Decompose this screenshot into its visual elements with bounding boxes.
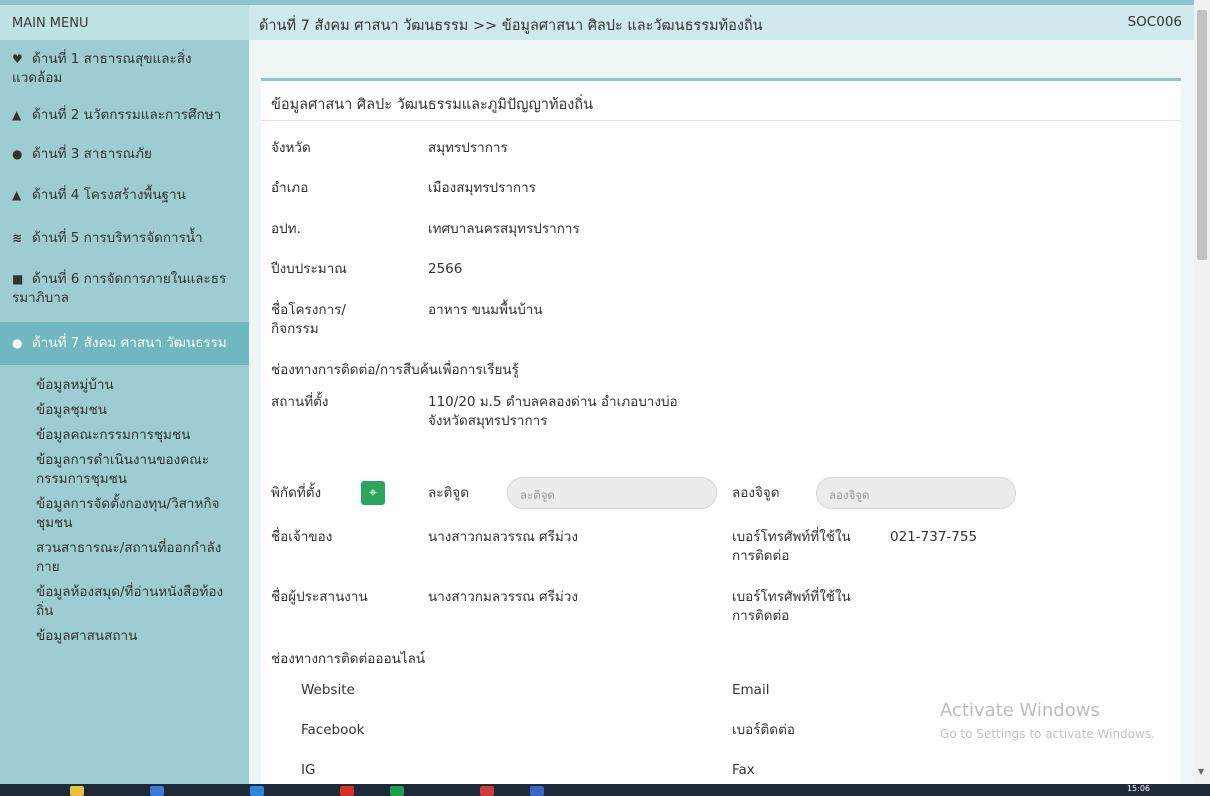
- sidebar-item-water[interactable]: ≋ ด้านที่ 5 การบริหารจัดการน้ำ: [0, 213, 249, 256]
- longitude-label: ลองจิจูด: [732, 485, 780, 501]
- card-title: ข้อมูลศาสนา ศิลปะ วัฒนธรรมและภูมิปัญญาท้…: [261, 81, 1181, 121]
- province-label: จังหวัด: [271, 140, 311, 156]
- coordinator-label: ชื่อผู้ประสานงาน: [271, 589, 368, 605]
- website-label: Website: [301, 682, 355, 698]
- windows-taskbar: 15:06: [0, 784, 1210, 796]
- coords-label: พิกัดที่ตั้ง: [271, 485, 322, 501]
- sidebar-item-governance[interactable]: ■ ด้านที่ 6 การจัดการภายในและธรรมาภิบาล: [0, 256, 249, 316]
- scroll-down-icon[interactable]: ▼: [1198, 767, 1204, 776]
- coordinator-value: นางสาวกมลวรรณ ศรีม่วง: [428, 589, 578, 605]
- project-label: ชื่อโครงการ/กิจกรรม: [271, 302, 346, 337]
- fiscal-year-value: 2566: [428, 261, 463, 277]
- coordinator-phone-label: เบอร์โทรศัพท์ที่ใช้ในการติดต่อ: [732, 589, 851, 624]
- contact-phone-label: เบอร์ติดต่อ: [732, 722, 795, 738]
- sidebar-item-label: ด้านที่ 3 สาธารณภัย: [32, 146, 152, 162]
- users-icon: ●: [12, 336, 23, 350]
- line-icon[interactable]: [390, 786, 404, 796]
- app-icon[interactable]: [150, 786, 164, 796]
- user-shield-icon: ●: [12, 147, 23, 161]
- main-menu-header: MAIN MENU: [0, 5, 249, 40]
- latitude-input[interactable]: ละติจูด: [507, 477, 717, 509]
- water-icon: ≋: [12, 231, 23, 245]
- submenu-item-committee-operations[interactable]: ข้อมูลการดำเนินงานของคณะกรรมการชุมชน: [0, 448, 249, 492]
- sidebar-item-label: ด้านที่ 5 การบริหารจัดการน้ำ: [32, 230, 203, 246]
- edge-icon[interactable]: [250, 786, 264, 796]
- lao-label: อปท.: [271, 221, 301, 237]
- building-icon: ■: [12, 272, 24, 286]
- sidebar-item-society[interactable]: ● ด้านที่ 7 สังคม ศาสนา วัฒนธรรม: [0, 322, 249, 365]
- page-code: SOC006: [1127, 14, 1182, 30]
- submenu-item-religious-sites[interactable]: ข้อมูลศาสนสถาน: [0, 624, 249, 649]
- main-content: ด้านที่ 7 สังคม ศาสนา วัฒนธรรม >> ข้อมูล…: [249, 0, 1194, 784]
- scrollbar-thumb[interactable]: [1197, 10, 1207, 260]
- activation-watermark-subtitle: Go to Settings to activate Windows.: [940, 727, 1155, 741]
- activation-watermark-title: Activate Windows: [940, 700, 1100, 721]
- phone-label: เบอร์โทรศัพท์ที่ใช้ในการติดต่อ: [732, 529, 851, 564]
- submenu-item-library[interactable]: ข้อมูลห้องสมุด/ที่อ่านหนังสือท้องถิ่น: [0, 580, 249, 624]
- contact-section-heading: ช่องทางการติดต่อ/การสืบค้นเพื่อการเรียนร…: [271, 362, 519, 378]
- page-scrollbar[interactable]: ▼: [1194, 0, 1210, 784]
- page-header: ด้านที่ 7 สังคม ศาสนา วัฒนธรรม >> ข้อมูล…: [249, 5, 1194, 40]
- location-value: 110/20 ม.5 ตำบลคลองด่าน อำเภอบางบ่อ จังห…: [428, 394, 678, 429]
- breadcrumb: ด้านที่ 7 สังคม ศาสนา วัฒนธรรม >> ข้อมูล…: [259, 18, 763, 34]
- submenu-item-funds[interactable]: ข้อมูลการจัดตั้งกองทุน/วิสาหกิจชุมชน: [0, 492, 249, 536]
- taskbar-clock: 15:06: [1126, 784, 1150, 793]
- sidebar-item-label: ด้านที่ 2 นวัตกรรมและการศึกษา: [32, 107, 222, 123]
- sidebar-item-infrastructure[interactable]: ▲ ด้านที่ 4 โครงสร้างพื้นฐาน: [0, 172, 249, 213]
- latitude-label: ละติจูด: [428, 485, 469, 501]
- sidebar-item-disaster[interactable]: ● ด้านที่ 3 สาธารณภัย: [0, 133, 249, 172]
- heart-icon: ♥: [12, 52, 23, 66]
- ig-label: IG: [301, 762, 316, 778]
- app2-icon[interactable]: [480, 786, 494, 796]
- sidebar: MAIN MENU ♥ ด้านที่ 1 สาธารณสุขและสิ่งแวด…: [0, 0, 249, 784]
- road-icon: ▲: [12, 188, 22, 202]
- submenu-item-committee[interactable]: ข้อมูลคณะกรรมการชุมชน: [0, 423, 249, 448]
- lao-value: เทศบาลนครสมุทรปราการ: [428, 221, 580, 237]
- map-pin-button[interactable]: ⌖: [361, 481, 385, 505]
- sidebar-item-health[interactable]: ♥ ด้านที่ 1 สาธารณสุขและสิ่งแวดล้อม: [0, 40, 249, 96]
- map-icon: ⌖: [369, 485, 377, 501]
- owner-label: ชื่อเจ้าของ: [271, 529, 333, 545]
- sidebar-item-label: ด้านที่ 1 สาธารณสุขและสิ่งแวดล้อม: [12, 51, 192, 86]
- facebook-label: Facebook: [301, 722, 365, 738]
- sidebar-item-innovation[interactable]: ▲ ด้านที่ 2 นวัตกรรมและการศึกษา: [0, 96, 249, 133]
- submenu-item-community[interactable]: ข้อมูลชุมชน: [0, 398, 249, 423]
- fiscal-year-label: ปีงบประมาณ: [271, 261, 347, 277]
- email-label: Email: [732, 682, 770, 698]
- district-value: เมืองสมุทรปราการ: [428, 180, 536, 196]
- online-section-heading: ช่องทางการติดต่อออนไลน์: [271, 651, 426, 667]
- fax-label: Fax: [732, 762, 755, 778]
- sidebar-item-label: ด้านที่ 6 การจัดการภายในและธรรมาภิบาล: [12, 271, 227, 306]
- sidebar-submenu: ข้อมูลหมู่บ้าน ข้อมูลชุมชน ข้อมูลคณะกรรม…: [0, 365, 249, 649]
- submenu-item-village[interactable]: ข้อมูลหมู่บ้าน: [0, 373, 249, 398]
- phone-value: 021-737-755: [890, 529, 978, 545]
- owner-value: นางสาวกมลวรรณ ศรีม่วง: [428, 529, 578, 545]
- detail-card: ข้อมูลศาสนา ศิลปะ วัฒนธรรมและภูมิปัญญาท้…: [261, 78, 1181, 784]
- district-label: อำเภอ: [271, 180, 309, 196]
- longitude-input[interactable]: ลองจิจูด: [816, 477, 1016, 509]
- location-label: สถานที่ตั้ง: [271, 394, 329, 410]
- province-value: สมุทรปราการ: [428, 140, 508, 156]
- app3-icon[interactable]: [530, 786, 544, 796]
- project-value: อาหาร ขนมพื้นบ้าน: [428, 302, 543, 318]
- submenu-item-parks[interactable]: สวนสาธารณะ/สถานที่ออกกำลังกาย: [0, 536, 249, 580]
- sidebar-item-label: ด้านที่ 4 โครงสร้างพื้นฐาน: [32, 187, 186, 203]
- chrome-icon[interactable]: [340, 786, 354, 796]
- school-icon: ▲: [12, 108, 22, 122]
- sidebar-item-label: ด้านที่ 7 สังคม ศาสนา วัฒนธรรม: [32, 335, 227, 351]
- folder-icon[interactable]: [70, 786, 84, 796]
